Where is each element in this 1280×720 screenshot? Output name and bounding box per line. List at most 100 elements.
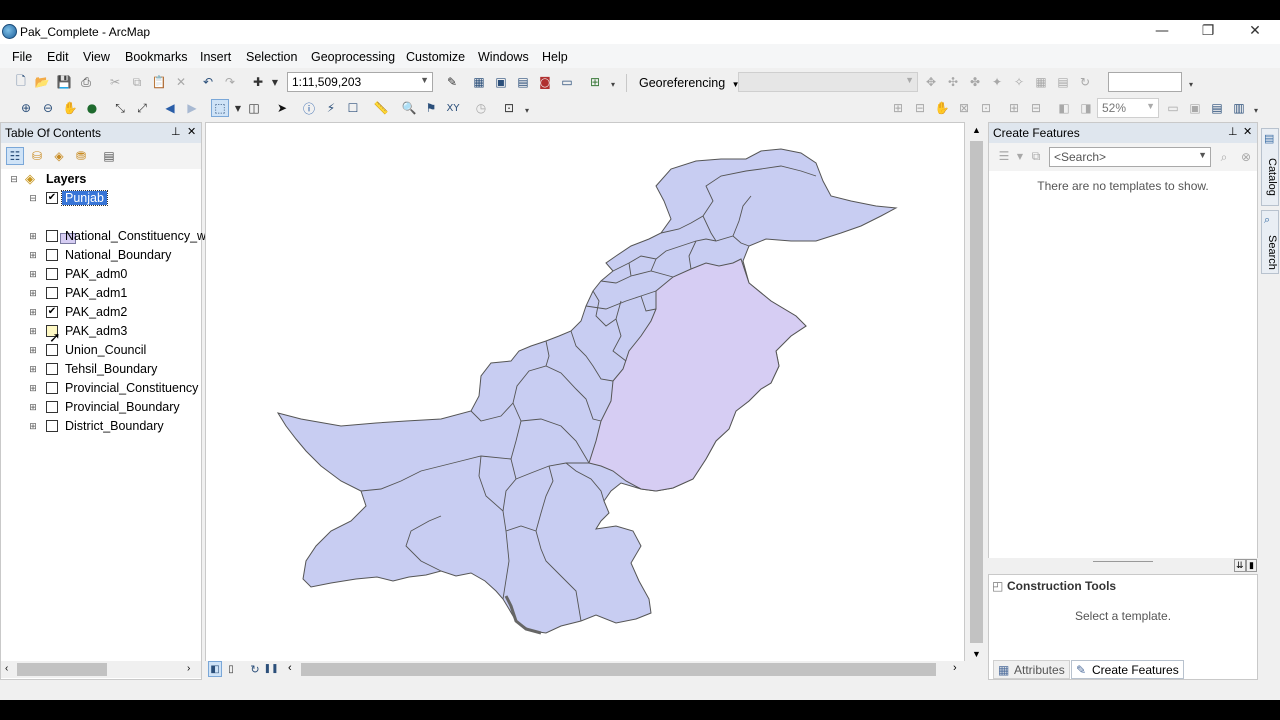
layer-row[interactable]: ⊞ Union_Council: [1, 341, 201, 360]
tab-create-features[interactable]: ✎ Create Features: [1071, 660, 1184, 679]
layout-zoom-in-icon[interactable]: ⊞: [889, 99, 907, 117]
expand-icon[interactable]: ⊞: [29, 327, 37, 336]
fit-to-display-icon[interactable]: ✥: [922, 73, 940, 91]
print-icon[interactable]: ⎙: [77, 73, 95, 91]
identify-icon[interactable]: ⓘ: [300, 99, 318, 117]
search-icon[interactable]: ⌕: [1215, 148, 1233, 166]
toggle-draft-mode-icon[interactable]: ▭: [1164, 99, 1182, 117]
save-icon[interactable]: 💾: [55, 73, 73, 91]
zoom-out-icon[interactable]: ⊖: [39, 99, 57, 117]
layout-view-icon[interactable]: ▯: [224, 661, 238, 677]
panel-splitter[interactable]: ⇊ ▮: [988, 558, 1258, 574]
menu-selection[interactable]: Selection: [246, 50, 297, 64]
select-elements-icon[interactable]: ➤: [273, 99, 291, 117]
expand-icon[interactable]: ⊞: [29, 308, 37, 317]
layer-row[interactable]: ⊞ National_Boundary: [1, 246, 201, 265]
tab-search[interactable]: ⌕ Search: [1261, 210, 1279, 274]
delete-icon[interactable]: ✕: [172, 73, 190, 91]
close-icon[interactable]: ✕: [187, 125, 196, 138]
scrollbar-thumb[interactable]: [17, 663, 107, 676]
clear-search-icon[interactable]: ⊗: [1237, 148, 1255, 166]
pin-icon[interactable]: ⊥: [1228, 125, 1238, 138]
catalog-window-icon[interactable]: ▦: [470, 73, 488, 91]
menu-edit[interactable]: Edit: [47, 50, 69, 64]
paste-icon[interactable]: 📋: [150, 73, 168, 91]
layer-row[interactable]: ⊞ PAK_adm1: [1, 284, 201, 303]
full-extent-icon[interactable]: ●: [83, 99, 101, 117]
expand-icon[interactable]: ⊞: [29, 384, 37, 393]
fixed-zoom-in-icon[interactable]: ⤡: [111, 99, 129, 117]
toolbar-grip-icon[interactable]: ▾: [611, 80, 616, 90]
rotate-icon[interactable]: ✤: [966, 73, 984, 91]
forward-layout-icon[interactable]: ◨: [1077, 99, 1095, 117]
tab-attributes[interactable]: ▦ Attributes: [993, 660, 1070, 679]
tab-catalog[interactable]: ▤ Catalog: [1261, 128, 1279, 206]
python-window-icon[interactable]: ▭: [558, 73, 576, 91]
menu-customize[interactable]: Customize: [406, 50, 465, 64]
list-by-visibility-icon[interactable]: ◈: [50, 147, 68, 165]
menu-insert[interactable]: Insert: [200, 50, 231, 64]
fixed-zoom-out-layout-icon[interactable]: ⊟: [1027, 99, 1045, 117]
fixed-zoom-out-icon[interactable]: ⤢: [133, 99, 151, 117]
layer-visibility-checkbox[interactable]: ✔: [46, 192, 58, 204]
layer-row[interactable]: ⊞ ✔ PAK_adm2: [1, 303, 201, 322]
layer-visibility-checkbox[interactable]: [46, 287, 58, 299]
list-by-source-icon[interactable]: ⛁: [28, 147, 46, 165]
expand-icon[interactable]: ⊞: [29, 422, 37, 431]
restore-button[interactable]: ❐: [1198, 23, 1218, 41]
change-layout-icon[interactable]: ▤: [1208, 99, 1226, 117]
auto-registration-icon[interactable]: ✧: [1010, 73, 1028, 91]
toolbar-grip-icon[interactable]: ▾: [525, 106, 530, 116]
layer-visibility-checkbox[interactable]: [46, 363, 58, 375]
pin-icon[interactable]: ⊥: [171, 125, 181, 138]
layer-row[interactable]: ⊞ PAK_adm0: [1, 265, 201, 284]
layer-visibility-checkbox[interactable]: ✔: [46, 306, 58, 318]
collapse-icon[interactable]: ⇊: [1234, 559, 1246, 572]
zoom-100-icon[interactable]: ⊡: [977, 99, 995, 117]
rotate-dropdown-icon[interactable]: ↻: [1076, 73, 1094, 91]
menu-windows[interactable]: Windows: [478, 50, 529, 64]
layout-pan-icon[interactable]: ✋: [933, 99, 951, 117]
menu-bookmarks[interactable]: Bookmarks: [125, 50, 188, 64]
layer-visibility-checkbox[interactable]: [46, 420, 58, 432]
cut-icon[interactable]: ✂: [106, 73, 124, 91]
menu-geoprocessing[interactable]: Geoprocessing: [311, 50, 395, 64]
layer-visibility-checkbox[interactable]: [46, 230, 58, 242]
new-document-icon[interactable]: 🗋: [12, 73, 30, 91]
layer-visibility-checkbox[interactable]: [46, 382, 58, 394]
pause-drawing-icon[interactable]: ❚❚: [263, 661, 278, 677]
layer-row[interactable]: ⊞ District_Boundary: [1, 417, 201, 436]
panel-menu-icon[interactable]: ▮: [1246, 559, 1257, 572]
layout-zoom-combo[interactable]: 52% ▼: [1097, 98, 1159, 118]
menu-view[interactable]: View: [83, 50, 110, 64]
pan-icon[interactable]: ✋: [61, 99, 79, 117]
layer-visibility-checkbox[interactable]: [46, 344, 58, 356]
editor-toolbar-icon[interactable]: ✎: [443, 73, 461, 91]
layers-root-row[interactable]: ⊟ ◈ Layers: [1, 170, 201, 189]
expand-icon[interactable]: ⊞: [29, 251, 37, 260]
zoom-whole-page-icon[interactable]: ⊠: [955, 99, 973, 117]
add-control-points-icon[interactable]: ✣: [944, 73, 962, 91]
toc-horizontal-scrollbar[interactable]: ‹ ›: [1, 661, 201, 678]
collapse-icon[interactable]: ⊟: [29, 194, 37, 203]
scroll-right-icon[interactable]: ›: [187, 663, 190, 674]
search-window-icon[interactable]: ▤: [514, 73, 532, 91]
back-layout-icon[interactable]: ◧: [1055, 99, 1073, 117]
list-by-selection-icon[interactable]: ⛃: [72, 147, 90, 165]
go-to-xy-icon[interactable]: XY: [444, 99, 462, 117]
link-table-icon[interactable]: ▦: [1032, 73, 1050, 91]
close-button[interactable]: ✕: [1245, 23, 1265, 41]
toolbox-icon[interactable]: ◙: [536, 73, 554, 91]
layout-zoom-out-icon[interactable]: ⊟: [911, 99, 929, 117]
list-by-drawing-order-icon[interactable]: ☷: [6, 147, 24, 165]
forward-extent-icon[interactable]: ▶: [183, 99, 201, 117]
layer-row[interactable]: ⊞ Tehsil_Boundary: [1, 360, 201, 379]
add-data-icon[interactable]: ✚: [249, 73, 267, 91]
layer-row[interactable]: ⊞ National_Constituency_w: [1, 227, 206, 246]
georef-rotation-input[interactable]: [1108, 72, 1182, 92]
filter-icon[interactable]: ⧉: [1027, 147, 1045, 165]
map-vertical-scrollbar[interactable]: ▲ ▼: [968, 123, 985, 663]
collapse-icon[interactable]: ⊟: [10, 175, 18, 184]
refresh-view-icon[interactable]: ↻: [248, 661, 262, 677]
model-builder-icon[interactable]: ⊞: [586, 73, 604, 91]
